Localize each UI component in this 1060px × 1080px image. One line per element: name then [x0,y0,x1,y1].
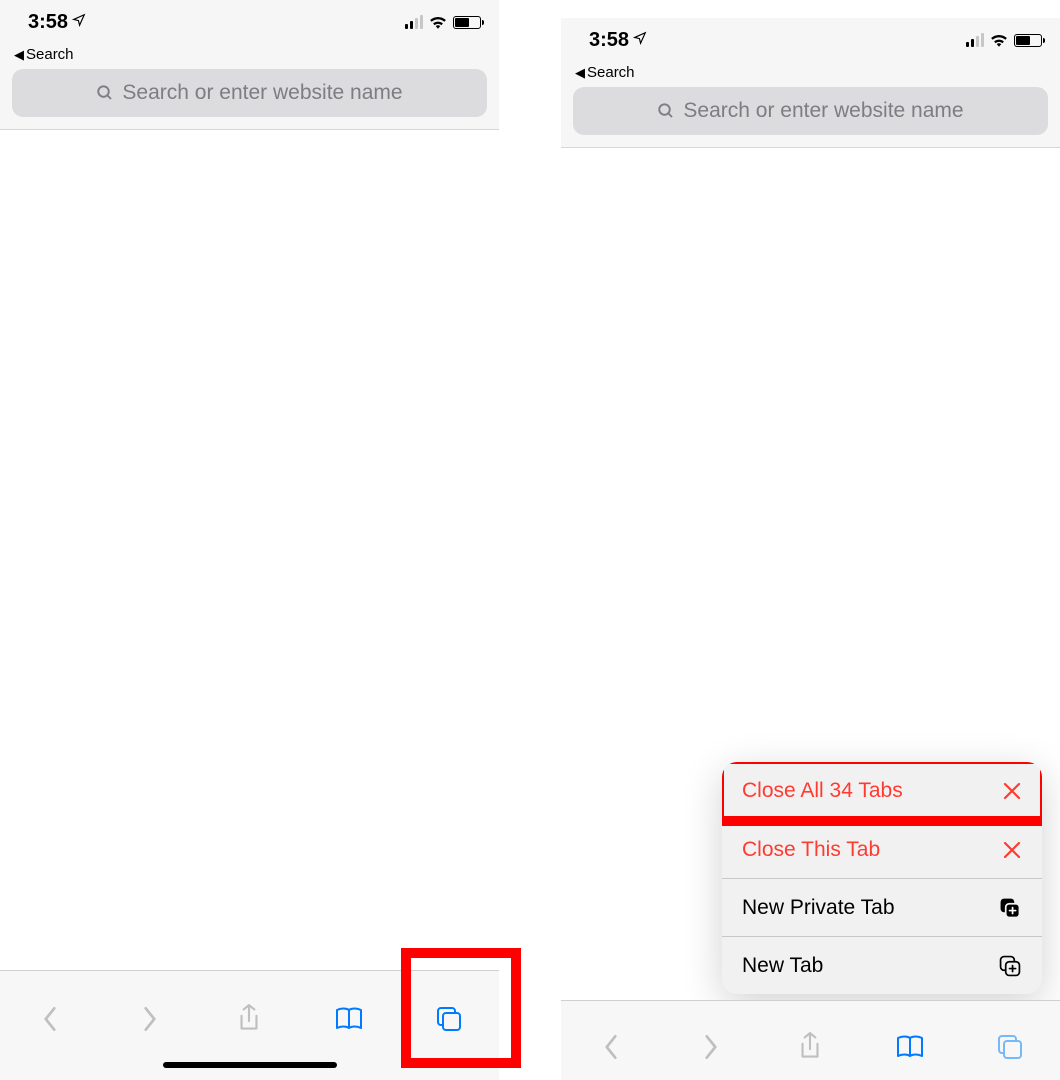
chevron-right-icon [140,1004,160,1034]
back-chevron-icon: ◀ [575,65,585,81]
book-icon [333,1005,365,1033]
menu-new-private-tab[interactable]: New Private Tab [722,878,1042,936]
close-icon [1002,781,1022,801]
address-bar-wrap: Search or enter website name [561,87,1060,148]
new-private-tab-icon [998,896,1022,920]
home-indicator [163,1062,337,1068]
menu-new-tab[interactable]: New Tab [722,936,1042,994]
back-button[interactable] [24,993,76,1045]
back-to-search[interactable]: ◀ Search [0,44,499,69]
location-icon [72,13,86,32]
share-button[interactable] [784,1021,836,1073]
bottom-toolbar [561,1000,1060,1080]
status-time-text: 3:58 [28,11,68,34]
battery-icon [1014,34,1042,47]
address-bar[interactable]: Search or enter website name [573,87,1048,135]
back-label: Search [587,64,635,81]
share-icon [797,1031,823,1063]
search-icon [96,84,114,102]
chevron-left-icon [40,1004,60,1034]
forward-button[interactable] [124,993,176,1045]
phone-right: 3:58 ◀ Search Search or enter website na… [561,18,1060,1080]
back-chevron-icon: ◀ [14,47,24,63]
status-time-text: 3:58 [589,29,629,52]
tabs-context-menu: Close All 34 Tabs Close This Tab New Pri… [722,762,1042,994]
location-icon [633,31,647,50]
tabs-button[interactable] [423,993,475,1045]
back-button[interactable] [585,1021,637,1073]
menu-new-tab-label: New Tab [742,954,823,978]
menu-close-this-tab[interactable]: Close This Tab [722,820,1042,878]
close-icon [1002,840,1022,860]
back-label: Search [26,46,74,63]
battery-icon [453,16,481,29]
status-time: 3:58 [28,11,86,34]
chevron-right-icon [701,1032,721,1062]
status-bar: 3:58 [0,0,499,44]
menu-close-all-label: Close All 34 Tabs [742,779,903,803]
status-time: 3:58 [589,29,647,52]
search-icon [657,102,675,120]
chevron-left-icon [601,1032,621,1062]
wifi-icon [429,15,447,29]
signal-icon [966,33,984,47]
bookmarks-button[interactable] [323,993,375,1045]
phone-left: 3:58 ◀ Search Search or enter website na… [0,0,499,1080]
address-placeholder: Search or enter website name [122,81,402,105]
address-bar[interactable]: Search or enter website name [12,69,487,117]
menu-close-this-label: Close This Tab [742,838,880,862]
bottom-toolbar [0,970,499,1080]
new-tab-icon [998,954,1022,978]
address-bar-wrap: Search or enter website name [0,69,499,130]
signal-icon [405,15,423,29]
tabs-icon [434,1004,464,1034]
status-right [405,15,481,29]
address-placeholder: Search or enter website name [683,99,963,123]
book-icon [894,1033,926,1061]
status-right [966,33,1042,47]
share-icon [236,1003,262,1035]
tabs-button[interactable] [984,1021,1036,1073]
bookmarks-button[interactable] [884,1021,936,1073]
share-button[interactable] [223,993,275,1045]
wifi-icon [990,33,1008,47]
menu-new-private-label: New Private Tab [742,896,895,920]
tabs-icon [995,1032,1025,1062]
forward-button[interactable] [685,1021,737,1073]
status-bar: 3:58 [561,18,1060,62]
back-to-search[interactable]: ◀ Search [561,62,1060,87]
menu-close-all-tabs[interactable]: Close All 34 Tabs [722,762,1042,820]
